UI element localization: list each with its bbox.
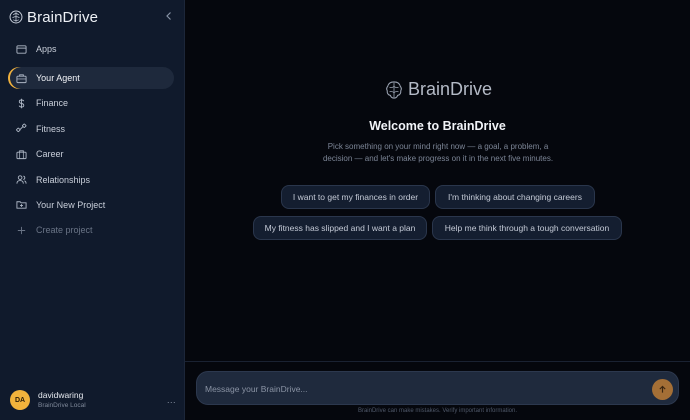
dumbbell-icon xyxy=(16,123,27,133)
send-button[interactable] xyxy=(652,379,673,400)
hero-brand: BrainDrive xyxy=(385,79,492,100)
window-icon xyxy=(16,44,27,54)
sidebar-item-label: Finance xyxy=(36,98,69,109)
message-composer xyxy=(196,371,679,405)
sidebar-item-label: Your Agent xyxy=(36,73,80,83)
users-icon xyxy=(16,175,27,184)
chevron-left-icon[interactable] xyxy=(163,10,175,22)
message-input[interactable] xyxy=(205,380,645,398)
avatar[interactable]: DA xyxy=(10,390,30,410)
sidebar: BrainDrive Apps Your Agent Finance Fitne… xyxy=(0,0,185,420)
sidebar-item-label: Apps xyxy=(36,44,57,54)
disclaimer-text: BrainDrive can make mistakes. Verify imp… xyxy=(357,408,518,414)
sidebar-item-finance[interactable]: Finance xyxy=(8,92,174,114)
sidebar-item-career[interactable]: Career xyxy=(8,143,174,165)
brain-logo-icon xyxy=(386,80,402,99)
user-info: davidwaring BrainDrive Local xyxy=(38,390,86,411)
sidebar-item-label: Fitness xyxy=(36,123,66,134)
sidebar-item-label: Career xyxy=(36,149,64,160)
user-subtitle: BrainDrive Local xyxy=(38,401,86,409)
dollar-icon xyxy=(18,98,25,109)
brand[interactable]: BrainDrive xyxy=(9,8,98,26)
sidebar-item-label: Your New Project xyxy=(36,199,106,210)
folder-plus-icon xyxy=(16,201,27,210)
create-project-button[interactable]: Create project xyxy=(8,219,174,241)
sidebar-nav: Apps Your Agent Finance Fitness Career R… xyxy=(8,38,174,245)
briefcase-icon xyxy=(16,150,27,159)
briefcase-icon xyxy=(16,73,27,83)
suggestion-chip-fitness[interactable]: My fitness has slipped and I want a plan xyxy=(253,216,427,240)
hero-brand-name: BrainDrive xyxy=(408,79,493,99)
plus-icon xyxy=(17,226,26,235)
brand-name: BrainDrive xyxy=(27,8,99,26)
sidebar-item-apps[interactable]: Apps xyxy=(8,38,174,60)
sidebar-item-fitness[interactable]: Fitness xyxy=(8,118,174,140)
suggestion-chip-finances[interactable]: I want to get my finances in order xyxy=(281,185,430,209)
sidebar-item-your-new-project[interactable]: Your New Project xyxy=(8,194,174,216)
create-project-label: Create project xyxy=(36,225,93,236)
welcome-title: Welcome to BrainDrive xyxy=(369,119,506,133)
sidebar-item-relationships[interactable]: Relationships xyxy=(8,169,174,191)
suggestion-chip-conversation[interactable]: Help me think through a tough conversati… xyxy=(432,216,622,240)
user-name: davidwaring xyxy=(38,389,84,400)
arrow-up-icon xyxy=(659,385,666,393)
intro-text: Pick something on your mind right now — … xyxy=(322,142,554,163)
sidebar-item-label: Relationships xyxy=(36,174,91,185)
main-panel: BrainDrive Welcome to BrainDrive Pick so… xyxy=(185,0,690,420)
user-profile[interactable]: DA davidwaring BrainDrive Local ... xyxy=(10,389,176,411)
sidebar-item-your-agent[interactable]: Your Agent xyxy=(8,67,174,89)
more-options-icon[interactable]: ... xyxy=(167,395,176,405)
suggestion-chip-careers[interactable]: I'm thinking about changing careers xyxy=(435,185,595,209)
brain-logo-icon xyxy=(9,10,23,24)
